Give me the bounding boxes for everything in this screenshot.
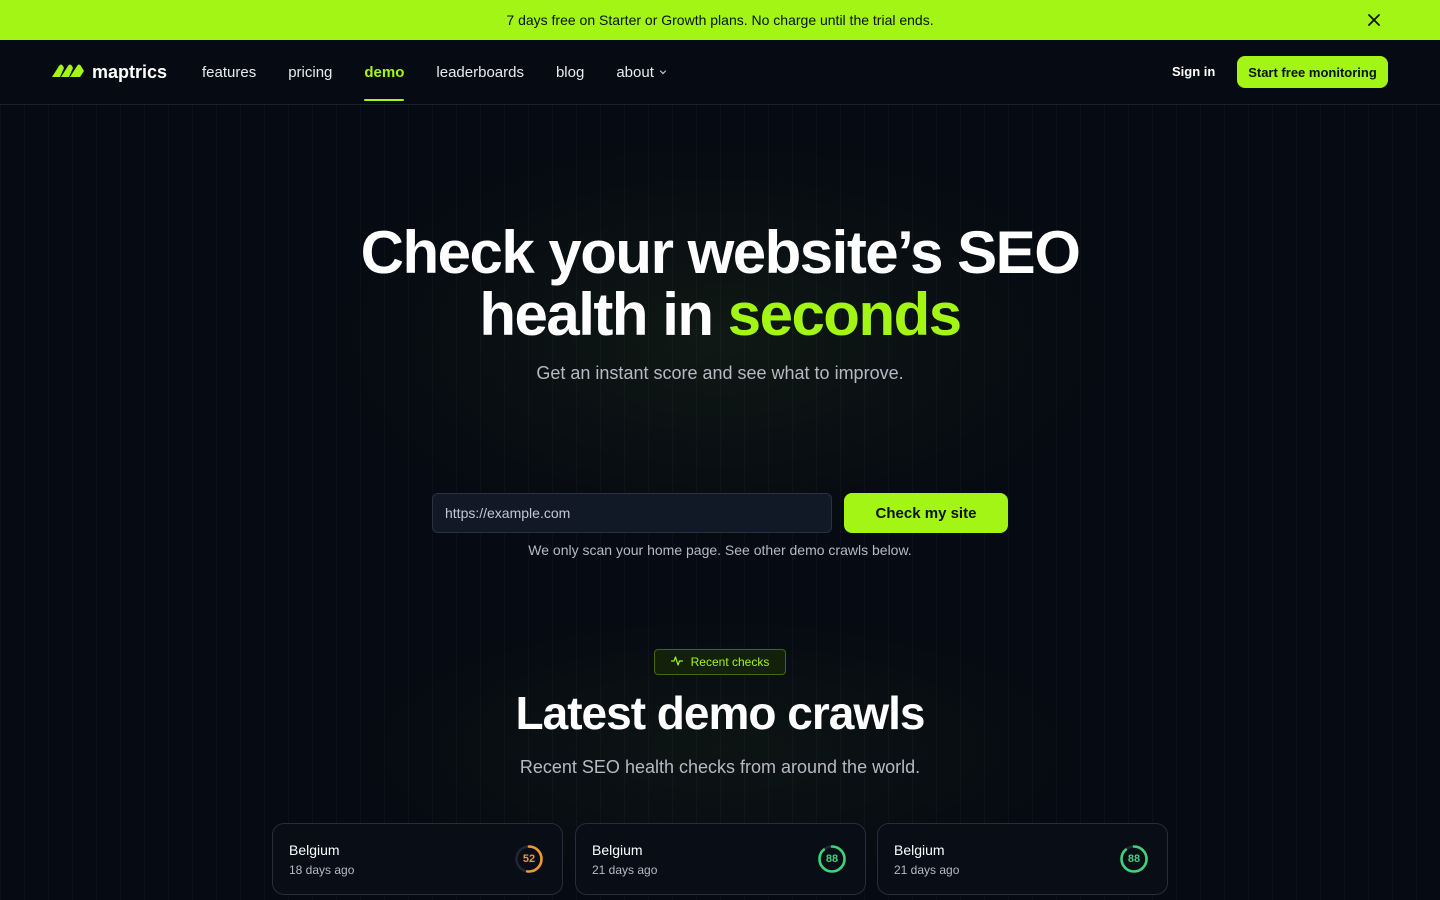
maptrics-logo-icon [52,63,84,82]
card-timestamp: 18 days ago [289,863,355,877]
badge-label: Recent checks [690,655,770,669]
nav-leaderboards[interactable]: leaderboards [436,40,524,104]
score-ring: 88 [1119,844,1149,874]
card-timestamp: 21 days ago [592,863,658,877]
nav-label: demo [364,63,405,81]
nav-pricing[interactable]: pricing [288,40,332,104]
card-country: Belgium [894,842,945,858]
nav-features[interactable]: features [202,40,256,104]
hero-subtitle: Get an instant score and see what to imp… [536,363,904,383]
nav-label: leaderboards [436,63,524,81]
brand-name: maptrics [92,61,168,82]
chevron-down-icon [658,67,668,77]
score-ring: 88 [817,844,847,874]
announcement-text: 7 days free on Starter or Growth plans. … [506,12,934,28]
announcement-bar: 7 days free on Starter or Growth plans. … [0,0,1440,40]
card-timestamp: 21 days ago [894,863,960,877]
score-value: 88 [1127,853,1141,865]
hero-title-line2: health in [479,281,728,348]
nav-label: blog [555,63,585,81]
score-ring: 52 [514,844,544,874]
hero-title-line1: Check your website’s SEO [360,219,1081,286]
brand-logo[interactable]: maptrics [52,60,167,84]
nav-about[interactable]: about [616,40,668,104]
crawl-card[interactable]: Belgium 18 days ago 52 [272,823,563,895]
section-title: Latest demo crawls [515,687,926,739]
card-country: Belgium [592,842,643,858]
activity-icon [670,655,683,670]
hero-title-accent: seconds [727,281,962,348]
section-subtitle: Recent SEO health checks from around the… [519,757,921,777]
hero-title: Check your website’s SEO health in secon… [0,222,1440,346]
recent-checks-badge: Recent checks [654,649,786,675]
nav-demo[interactable]: demo [364,40,405,104]
url-input[interactable] [432,493,832,533]
card-country: Belgium [289,842,340,858]
main-nav: features pricing demo leaderboards blog … [202,40,700,104]
close-icon[interactable] [1364,10,1384,30]
nav-label: pricing [288,63,333,81]
score-value: 52 [522,853,536,865]
sign-in-link[interactable]: Sign in [1172,64,1215,79]
scan-note: We only scan your home page. See other d… [528,542,912,558]
crawl-card[interactable]: Belgium 21 days ago 88 [575,823,866,895]
check-site-button[interactable]: Check my site [844,493,1008,533]
score-value: 88 [825,853,839,865]
nav-label: about [616,63,654,81]
crawl-card[interactable]: Belgium 21 days ago 88 [877,823,1168,895]
nav-label: features [202,63,257,81]
start-monitoring-button[interactable]: Start free monitoring [1237,56,1388,88]
site-header: maptrics features pricing demo leaderboa… [0,40,1440,105]
nav-blog[interactable]: blog [556,40,584,104]
